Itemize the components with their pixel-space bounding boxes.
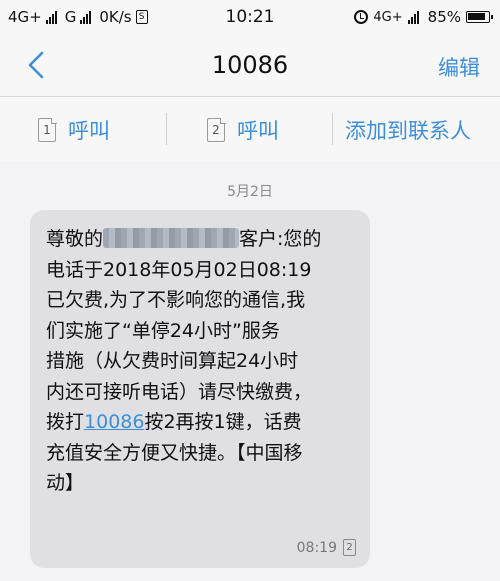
message-line-4: 们实施了“单停24小时”服务 [46,319,280,342]
edit-button[interactable]: 编辑 [438,52,480,82]
message-line-5: 措施（从欠费时间算起24小时 [46,350,299,372]
message-line-2: 电话于2018年05月02日08:19 [46,258,312,281]
phone-number-link[interactable]: 10086 [84,411,144,433]
action-bar: 1 呼叫 2 呼叫 添加到联系人 [0,97,500,161]
message-line-7-suffix: 按2再按1键，话费 [144,411,302,433]
battery-icon [466,11,493,23]
call-sim1-label: 呼叫 [68,119,110,143]
sim1-icon: 1 [38,117,57,142]
message-bubble[interactable]: 尊敬的 客户:您的 电话于2018年05月02日08:19 已欠费,为了不影响您的… [30,210,370,568]
add-contact-label: 添加到联系人 [345,119,471,143]
message-meta: 08:19 2 [297,539,356,556]
action-separator [332,113,333,145]
action-separator [166,113,167,145]
battery-percent: 85% [427,8,461,26]
message-line-1-prefix: 尊敬的 [46,228,104,250]
redacted-name [103,228,240,248]
call-sim2-label: 呼叫 [237,119,279,143]
signal-icon [407,10,419,24]
message-text: 尊敬的 客户:您的 电话于2018年05月02日08:19 已欠费,为了不影响您的… [46,224,362,499]
status-bar: 4G+ G 0K/s S 10:21 4G+ 85% [0,0,500,34]
nav-bar: 10086 编辑 [0,34,500,96]
right-network-label: 4G+ [373,9,403,25]
message-line-7-prefix: 拨打 [46,411,85,433]
message-line-6: 内还可接听电话）请尽快缴费， [46,380,313,403]
message-line-9: 动】 [46,472,85,494]
alarm-icon [354,10,369,24]
conversation-title: 10086 [211,51,289,79]
message-line-1-suffix: 客户:您的 [239,228,322,250]
status-right: 4G+ 85% [354,8,493,26]
message-time: 08:19 [296,539,337,556]
call-sim1-button[interactable]: 1 呼叫 [38,115,110,145]
call-sim2-button[interactable]: 2 呼叫 [207,115,279,145]
sim2-icon: 2 [207,117,226,142]
message-line-8: 充值安全方便又快捷。【中国移 [46,441,303,464]
message-line-3: 已欠费,为了不影响您的通信,我 [46,289,306,311]
date-separator: 5月2日 [227,184,273,200]
sim2-indicator-icon: 2 [343,539,356,556]
add-contact-button[interactable]: 添加到联系人 [345,115,471,145]
